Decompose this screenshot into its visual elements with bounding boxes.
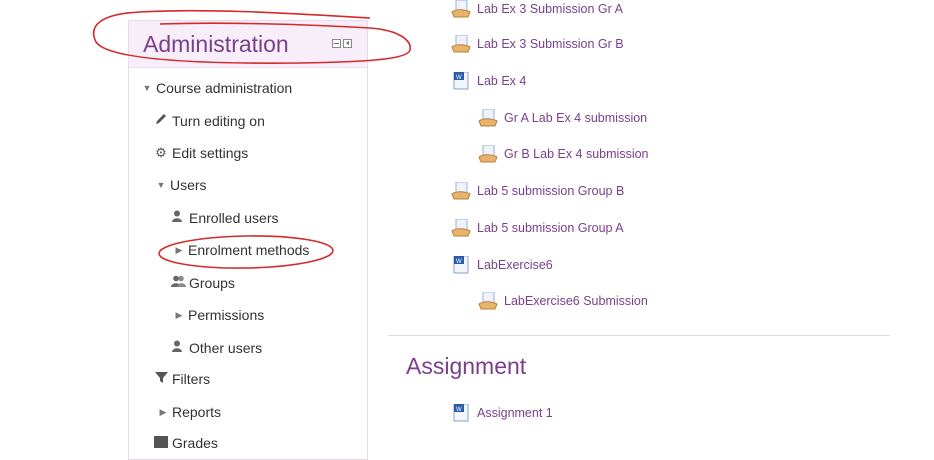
pencil-icon [153,112,169,129]
assignment-icon [478,291,498,310]
tree-filters[interactable]: Filters [153,371,210,387]
word-doc-icon: W [451,403,471,422]
assignment-icon [451,0,471,18]
tree-label: Users [170,177,207,193]
tree-enrolment-methods[interactable]: ▶ Enrolment methods [173,242,310,258]
tree-users[interactable]: ▼ Users [155,177,207,193]
tree-groups[interactable]: Groups [170,274,235,291]
activity-link[interactable]: W LabExercise6 [451,255,553,274]
activity-label: Lab 5 submission Group B [477,184,625,198]
tree-label: Filters [172,371,211,387]
caret-right-icon: ▶ [175,244,183,255]
users-icon [170,274,186,291]
activity-link[interactable]: Gr B Lab Ex 4 submission [478,144,649,163]
caret-down-icon: ▼ [156,180,166,190]
collapse-icon[interactable] [332,39,341,48]
activity-link[interactable]: W Assignment 1 [451,403,553,422]
filter-icon [153,371,169,387]
tree-grades[interactable]: Grades [153,435,218,451]
caret-right-icon: ▶ [175,309,183,320]
user-icon [170,209,186,226]
tree-enrolled-users[interactable]: Enrolled users [170,209,279,226]
activity-label: LabExercise6 [477,258,553,272]
gear-icon: ⚙ [155,145,167,160]
word-doc-icon: W [451,255,471,274]
tree-label: Enrolled users [189,209,279,226]
block-controls [332,39,352,48]
tree-permissions[interactable]: ▶ Permissions [173,307,265,323]
activity-label: Assignment 1 [477,406,553,420]
tree-edit-settings[interactable]: ⚙ Edit settings [153,145,248,161]
user-icon [170,339,186,356]
section-title: Assignment [406,353,527,379]
tree-label: Course administration [156,80,293,96]
assignment-icon [478,144,498,163]
tree-label: Turn editing on [172,112,265,129]
activity-link[interactable]: W Lab Ex 4 [451,71,527,90]
tree-label: Grades [172,435,218,451]
tree-other-users[interactable]: Other users [170,339,262,356]
tree-label: Other users [189,339,263,356]
tree-course-administration[interactable]: ▼ Course administration [141,80,293,96]
tree-label: Reports [172,404,222,420]
activity-label: Lab Ex 3 Submission Gr A [477,2,623,16]
block-header: Administration [129,21,367,68]
activity-label: Gr B Lab Ex 4 submission [504,147,649,161]
activity-label: Lab Ex 3 Submission Gr B [477,37,624,51]
activity-link[interactable]: Lab 5 submission Group B [451,181,625,200]
caret-right-icon: ▶ [159,406,167,417]
activity-label: LabExercise6 Submission [504,294,648,308]
assignment-icon [451,218,471,237]
activity-link[interactable]: Lab Ex 3 Submission Gr B [451,34,624,53]
dock-icon[interactable] [343,39,352,48]
tree-turn-editing-on[interactable]: Turn editing on [153,112,265,129]
activity-label: Gr A Lab Ex 4 submission [504,111,648,125]
svg-text:W: W [456,407,462,413]
activity-link[interactable]: Gr A Lab Ex 4 submission [478,108,648,127]
activity-link[interactable]: Lab 5 submission Group A [451,218,624,237]
tree-reports[interactable]: ▶ Reports [157,404,222,420]
svg-text:W: W [456,75,462,81]
tree-label: Edit settings [172,145,249,161]
assignment-icon [451,181,471,200]
activity-label: Lab Ex 4 [477,74,527,88]
svg-text:W: W [456,259,462,265]
caret-down-icon: ▼ [142,83,152,93]
assignment-icon [478,108,498,127]
tree-label: Permissions [188,307,265,323]
word-doc-icon: W [451,71,471,90]
block-title: Administration [143,31,289,57]
activity-label: Lab 5 submission Group A [477,221,624,235]
tree-label: Enrolment methods [188,242,310,258]
activity-link[interactable]: Lab Ex 3 Submission Gr A [451,0,623,18]
tree-label: Groups [189,274,235,291]
assignment-icon [451,34,471,53]
activity-link[interactable]: LabExercise6 Submission [478,291,648,310]
grades-icon [153,435,169,451]
section-divider [388,335,890,336]
